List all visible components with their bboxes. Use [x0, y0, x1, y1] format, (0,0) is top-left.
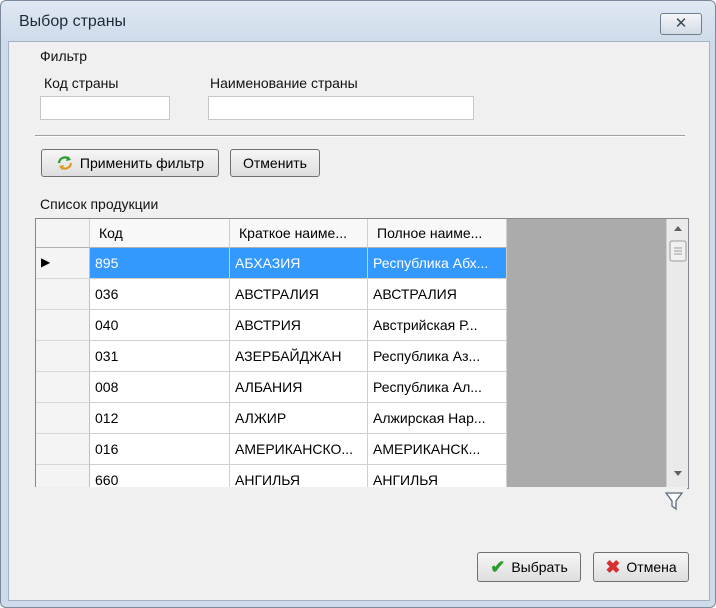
- close-button[interactable]: ✕: [660, 13, 702, 35]
- grid-cell[interactable]: АМЕРИКАНСКО...: [230, 434, 368, 465]
- grid-cell[interactable]: 012: [90, 403, 230, 434]
- grid-cell[interactable]: АЛЖИР: [230, 403, 368, 434]
- grid-cell[interactable]: АВСТРАЛИЯ: [230, 279, 368, 310]
- grid-cell[interactable]: АБХАЗИЯ: [230, 248, 368, 279]
- apply-filter-label: Применить фильтр: [79, 155, 205, 171]
- grid-cell[interactable]: 016: [90, 434, 230, 465]
- column-header-full-name[interactable]: Полное наиме...: [368, 219, 507, 248]
- grid-cell[interactable]: АЗЕРБАЙДЖАН: [230, 341, 368, 372]
- grid-cell[interactable]: АЛБАНИЯ: [230, 372, 368, 403]
- grid-cell[interactable]: АМЕРИКАНСК...: [368, 434, 507, 465]
- cancel-button-label: Отмена: [626, 559, 677, 575]
- grid-cell[interactable]: 031: [90, 341, 230, 372]
- checkmark-icon: ✔: [490, 556, 506, 577]
- scrollbar-parts: [669, 226, 687, 476]
- grid-cell[interactable]: 040: [90, 310, 230, 341]
- column-header-code[interactable]: Код: [90, 219, 230, 248]
- window-title: Выбор страны: [19, 13, 127, 30]
- country-code-label: Код страны: [44, 75, 119, 91]
- grid-cell[interactable]: Алжирская Нар...: [368, 403, 507, 434]
- reset-filter-label: Отменить: [243, 155, 307, 171]
- grid-cell[interactable]: 895: [90, 248, 230, 279]
- grid-cell[interactable]: АВСТРАЛИЯ: [368, 279, 507, 310]
- row-header[interactable]: [36, 434, 90, 465]
- filter-funnel-icon[interactable]: [665, 491, 683, 511]
- vertical-scrollbar[interactable]: [666, 219, 688, 488]
- grid-footer: [35, 487, 687, 515]
- refresh-icon: [57, 156, 73, 170]
- close-icon: ✕: [674, 15, 688, 32]
- grid-cell[interactable]: Республика Абх...: [368, 248, 507, 279]
- grid-cell[interactable]: 008: [90, 372, 230, 403]
- row-header[interactable]: ▶: [36, 248, 90, 279]
- row-header[interactable]: [36, 341, 90, 372]
- country-code-input[interactable]: [40, 96, 170, 120]
- data-grid[interactable]: Код Краткое наиме... Полное наиме... ▶ 89…: [35, 218, 689, 489]
- filter-group-label: Фильтр: [40, 48, 88, 64]
- reset-filter-button[interactable]: Отменить: [230, 149, 320, 177]
- dialog-body: Фильтр Код страны Наименование страны Пр…: [8, 41, 710, 601]
- grid-cell[interactable]: Республика Аз...: [368, 341, 507, 372]
- select-button[interactable]: ✔ Выбрать: [477, 552, 581, 582]
- grid-cell[interactable]: АНГИЛЬЯ: [230, 465, 368, 488]
- grid-cell[interactable]: Республика Ал...: [368, 372, 507, 403]
- grid-cell[interactable]: АНГИЛЬЯ: [368, 465, 507, 488]
- grid-cell[interactable]: 036: [90, 279, 230, 310]
- row-header[interactable]: [36, 372, 90, 403]
- grid-cell[interactable]: АВСТРИЯ: [230, 310, 368, 341]
- row-header[interactable]: [36, 279, 90, 310]
- title-bar[interactable]: Выбор страны ✕: [1, 1, 715, 41]
- row-header[interactable]: [36, 310, 90, 341]
- product-list-label: Список продукции: [40, 196, 159, 212]
- dialog-window: Выбор страны ✕ Фильтр Код страны Наимено…: [0, 0, 716, 608]
- grid-cell[interactable]: 660: [90, 465, 230, 488]
- scroll-up-arrow-icon: [674, 226, 682, 231]
- scroll-down-arrow-icon: [674, 471, 682, 476]
- apply-filter-button[interactable]: Применить фильтр: [41, 149, 219, 177]
- corner-header: [36, 219, 90, 248]
- filter-separator: [35, 135, 685, 137]
- country-name-label: Наименование страны: [210, 75, 358, 91]
- select-button-label: Выбрать: [511, 559, 568, 575]
- cancel-button[interactable]: ✖ Отмена: [593, 552, 689, 582]
- grid-cell[interactable]: Австрийская Р...: [368, 310, 507, 341]
- column-header-short-name[interactable]: Краткое наиме...: [230, 219, 368, 248]
- current-row-arrow-icon: ▶: [41, 255, 51, 269]
- row-header[interactable]: [36, 403, 90, 434]
- country-name-input[interactable]: [208, 96, 474, 120]
- cancel-x-icon: ✖: [605, 556, 621, 577]
- row-header[interactable]: [36, 465, 90, 488]
